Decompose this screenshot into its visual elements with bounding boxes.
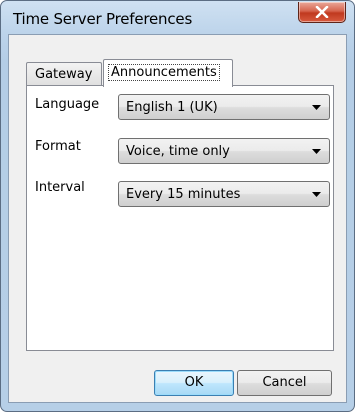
chevron-down-icon — [312, 105, 321, 110]
chevron-down-icon — [312, 192, 321, 197]
language-label: Language — [35, 97, 100, 112]
close-button[interactable] — [298, 2, 346, 23]
interval-value: Every 15 minutes — [126, 187, 241, 202]
cancel-button[interactable]: Cancel — [237, 370, 332, 396]
ok-button[interactable]: OK — [154, 370, 234, 396]
language-value: English 1 (UK) — [126, 100, 218, 115]
interval-select[interactable]: Every 15 minutes — [118, 181, 330, 207]
close-x-icon — [315, 6, 329, 18]
tab-announcements-label: Announcements — [108, 64, 220, 81]
chevron-down-icon — [312, 149, 321, 154]
tab-gateway-label: Gateway — [35, 67, 93, 82]
title-bar[interactable]: Time Server Preferences — [1, 1, 354, 35]
format-select[interactable]: Voice, time only — [118, 138, 330, 164]
tab-gateway[interactable]: Gateway — [26, 62, 102, 85]
tab-announcements[interactable]: Announcements — [103, 59, 233, 87]
language-select[interactable]: English 1 (UK) — [118, 94, 330, 120]
format-value: Voice, time only — [126, 144, 230, 159]
format-label: Format — [35, 139, 81, 154]
announcements-panel — [26, 85, 334, 351]
interval-label: Interval — [35, 180, 85, 195]
dialog-window: Time Server Preferences Gateway Announce… — [0, 0, 355, 412]
window-title: Time Server Preferences — [13, 10, 193, 28]
